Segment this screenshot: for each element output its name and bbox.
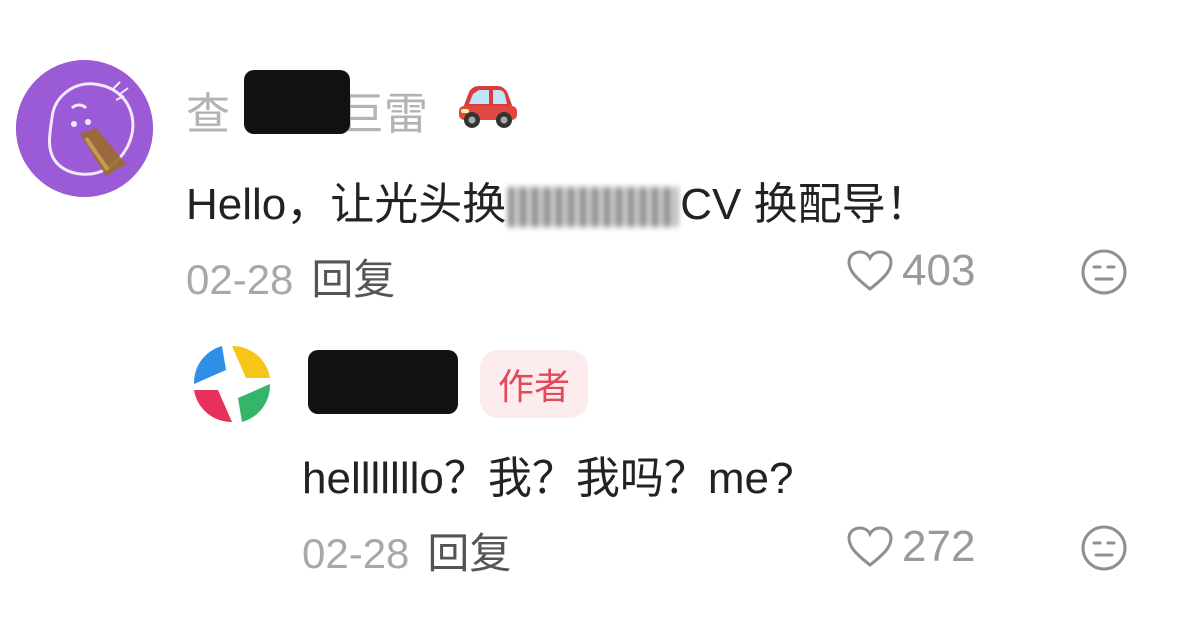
avatar[interactable] [186, 338, 278, 430]
car-icon [459, 86, 517, 128]
comment-text-prefix: Hello，让光头换 [186, 180, 507, 229]
reply-button[interactable]: 回复 [427, 530, 511, 577]
avatar[interactable] [16, 60, 153, 197]
username-suffix: 巨雷 [340, 90, 428, 139]
redaction-mark [308, 350, 458, 414]
reply-meta: 02-28 回复 [302, 520, 511, 581]
reply-button[interactable]: 回复 [311, 256, 395, 303]
username-prefix: 查 [186, 90, 230, 139]
heart-icon [847, 526, 893, 567]
avatar-illustration-icon [16, 60, 153, 197]
expressionless-face-icon[interactable] [1080, 524, 1128, 572]
heart-icon [847, 250, 893, 291]
reply-date: 02-28 [302, 530, 410, 577]
comment-date: 02-28 [186, 256, 294, 303]
redaction-mark [244, 70, 350, 134]
like-button[interactable]: 272 [846, 522, 975, 572]
comment-text-suffix: CV 换配导！ [680, 180, 930, 229]
comment-meta: 02-28 回复 [186, 246, 395, 307]
like-button[interactable]: 403 [846, 246, 975, 296]
author-badge: 作者 [480, 350, 589, 418]
app-logo-icon [186, 338, 278, 430]
expressionless-face-icon[interactable] [1080, 248, 1128, 296]
comment-text: Hello，让光头换 CV 换配导！ [186, 168, 930, 232]
reply-text: helllllllo？我？我吗？me? [302, 454, 794, 503]
like-count: 403 [902, 246, 976, 295]
blurred-text [508, 187, 679, 228]
like-count: 272 [902, 522, 976, 571]
